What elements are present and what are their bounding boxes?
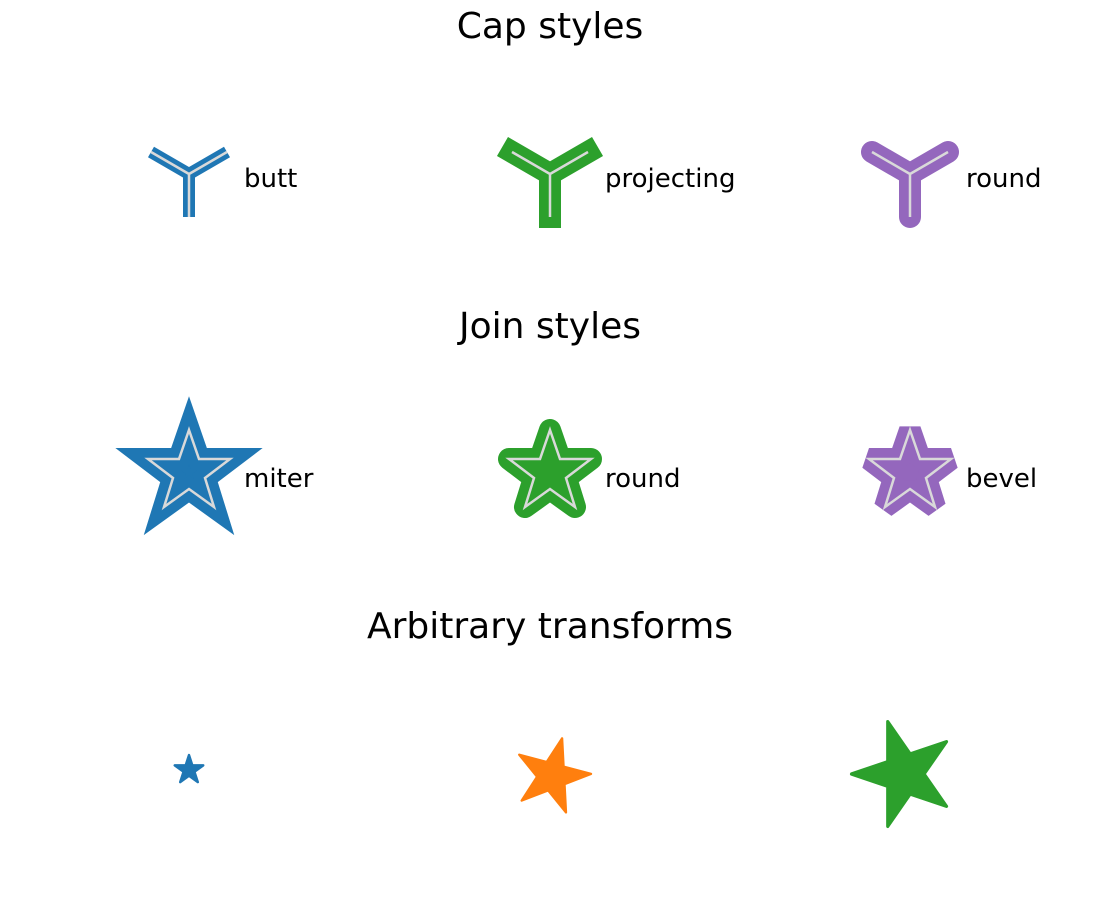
cap-round-label: round <box>966 164 1042 194</box>
join-bevel-marker <box>862 426 958 516</box>
cap-projecting-marker <box>496 136 604 228</box>
transform-stretched-star <box>849 719 949 829</box>
marker-style-figure: Cap styles butt projecting round Join st… <box>115 6 1042 829</box>
join-miter-marker <box>115 396 263 536</box>
cap-styles-title: Cap styles <box>457 6 644 47</box>
join-styles-title: Join styles <box>457 306 641 347</box>
transform-small-star <box>173 753 205 784</box>
cap-butt-label: butt <box>244 164 297 194</box>
cap-projecting-label: projecting <box>605 164 735 194</box>
join-bevel-label: bevel <box>966 464 1037 494</box>
cap-butt-marker <box>147 146 231 217</box>
join-round-marker <box>498 419 602 518</box>
arbitrary-transforms-title: Arbitrary transforms <box>367 606 733 647</box>
join-miter-label: miter <box>244 464 314 494</box>
cap-round-marker <box>861 141 959 228</box>
transform-rotated-star <box>518 737 593 814</box>
join-round-label: round <box>605 464 681 494</box>
